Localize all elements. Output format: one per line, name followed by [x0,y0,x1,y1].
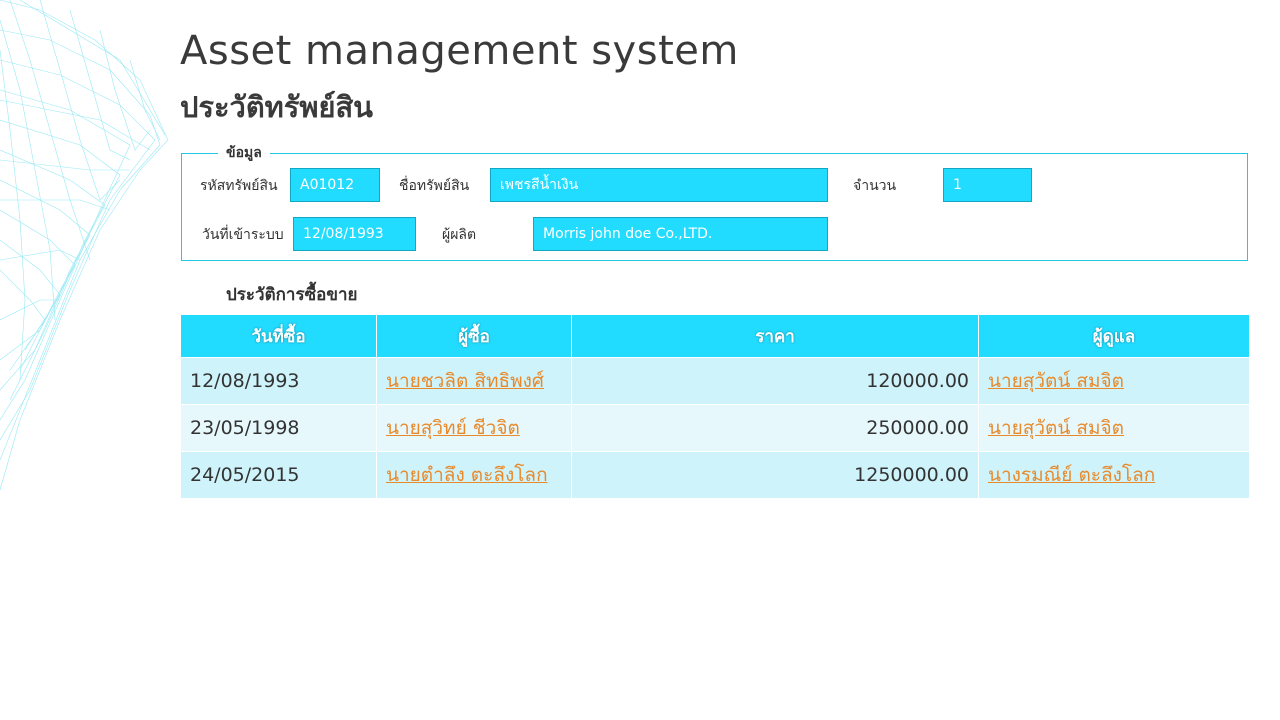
entry-date-field[interactable]: 12/08/1993 [293,217,416,251]
page-subtitle: ประวัติทรัพย์สิน [180,90,374,124]
column-header-date[interactable]: วันที่ซื้อ [181,315,376,357]
history-section-label: ประวัติการซื้อขาย [226,285,358,305]
wireframe-decoration [0,0,169,491]
caretaker-link[interactable]: นายสุวัตน์ สมจิต [988,417,1124,439]
buyer-link[interactable]: นายสุวิทย์ ชีวจิต [386,417,520,439]
buyer-link[interactable]: นายชวลิต สิทธิพงศ์ [386,370,544,392]
page-title: Asset management system [180,28,739,74]
caretaker-link[interactable]: นางรมณีย์ ตะลึงโลก [988,464,1155,486]
asset-name-field[interactable]: เพชรสีน้ำเงิน [490,168,828,202]
asset-code-label: รหัสทรัพย์สิน [200,178,278,194]
asset-info-legend: ข้อมูล [218,142,270,164]
cell-price: 1250000.00 [572,452,978,498]
column-header-price[interactable]: ราคา [572,315,978,357]
history-table: วันที่ซื้อ ผู้ซื้อ ราคา ผู้ดูแล 12/08/19… [180,314,1250,499]
asset-code-field[interactable]: A01012 [290,168,380,202]
entry-date-label: วันที่เข้าระบบ [202,227,284,243]
cell-price: 120000.00 [572,358,978,404]
asset-name-label: ชื่อทรัพย์สิน [399,178,470,194]
column-header-buyer[interactable]: ผู้ซื้อ [377,315,571,357]
buyer-link[interactable]: นายตำลึง ตะลึงโลก [386,464,548,486]
table-row: 24/05/2015 นายตำลึง ตะลึงโลก 1250000.00 … [181,452,1249,498]
table-row: 12/08/1993 นายชวลิต สิทธิพงศ์ 120000.00 … [181,358,1249,404]
cell-date: 12/08/1993 [181,358,376,404]
manufacturer-label: ผู้ผลิต [442,227,477,243]
table-header-row: วันที่ซื้อ ผู้ซื้อ ราคา ผู้ดูแล [181,315,1249,357]
quantity-label: จำนวน [853,178,897,194]
quantity-field[interactable]: 1 [943,168,1032,202]
caretaker-link[interactable]: นายสุวัตน์ สมจิต [988,370,1124,392]
cell-date: 24/05/2015 [181,452,376,498]
manufacturer-field[interactable]: Morris john doe Co.,LTD. [533,217,828,251]
table-row: 23/05/1998 นายสุวิทย์ ชีวจิต 250000.00 น… [181,405,1249,451]
cell-date: 23/05/1998 [181,405,376,451]
cell-price: 250000.00 [572,405,978,451]
column-header-caretaker[interactable]: ผู้ดูแล [979,315,1249,357]
